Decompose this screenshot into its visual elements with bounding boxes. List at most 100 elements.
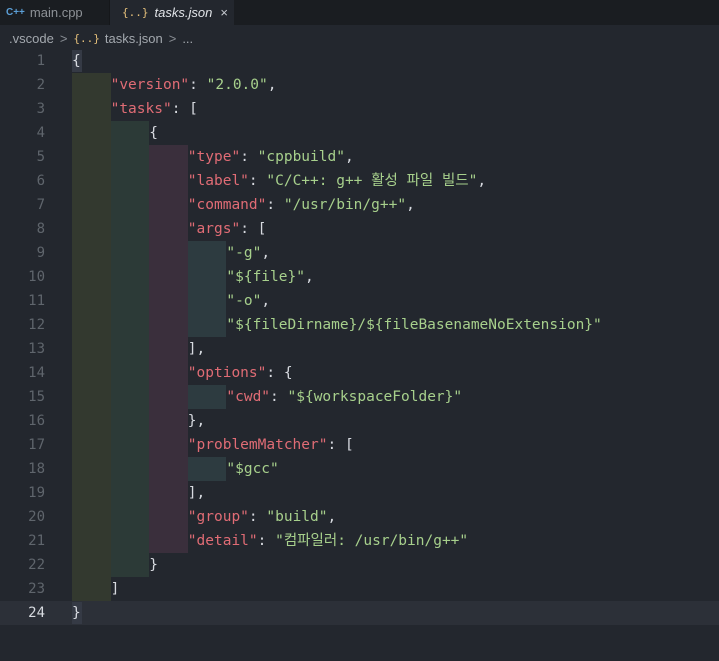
- indent-guide: [149, 337, 188, 361]
- code-line[interactable]: 3 "tasks": [: [0, 97, 719, 121]
- code-text: "$gcc": [226, 457, 278, 481]
- json-key: "args": [187, 221, 241, 237]
- line-number: 10: [28, 269, 45, 285]
- close-icon[interactable]: ×: [220, 5, 228, 20]
- indent-guide: [72, 265, 111, 289]
- code-line[interactable]: 22}: [0, 553, 719, 577]
- code-editor[interactable]: 1{2 "version": "2.0.0", 3 "tasks": [4{5 "typ…: [0, 49, 719, 661]
- code-line[interactable]: 2 "version": "2.0.0",: [0, 73, 719, 97]
- code-line[interactable]: 7 "command": "/usr/bin/g++",: [0, 193, 719, 217]
- indent-guide: [110, 289, 150, 313]
- code-line[interactable]: 8 "args": [: [0, 217, 719, 241]
- indent-guide: [110, 121, 150, 145]
- indent-guide: [72, 385, 111, 409]
- indent-guide: [72, 169, 111, 193]
- indent-guide: [149, 529, 188, 553]
- code-line[interactable]: 19],: [0, 481, 719, 505]
- breadcrumb-folder[interactable]: .vscode: [9, 31, 54, 46]
- code-line[interactable]: 24}: [0, 601, 719, 625]
- code-line[interactable]: 17 "problemMatcher": [: [0, 433, 719, 457]
- code-line[interactable]: 20 "group": "build",: [0, 505, 719, 529]
- breadcrumb: .vscode > {..} tasks.json > ...: [0, 25, 719, 51]
- code-line[interactable]: 5 "type": "cppbuild",: [0, 145, 719, 169]
- line-number: 3: [36, 101, 45, 117]
- code-line[interactable]: 14 "options": {: [0, 361, 719, 385]
- json-punctuation: :: [266, 197, 284, 213]
- breadcrumb-file[interactable]: tasks.json: [105, 31, 163, 46]
- indent-guide: [149, 169, 188, 193]
- code-line[interactable]: 18 "$gcc": [0, 457, 719, 481]
- code-text: }: [72, 601, 81, 625]
- code-line[interactable]: 9 "-g",: [0, 241, 719, 265]
- indent-guide: [72, 73, 111, 97]
- json-file-icon: {..}: [122, 6, 149, 19]
- code-line[interactable]: 11 "-o",: [0, 289, 719, 313]
- json-punctuation: : [: [171, 101, 198, 117]
- code-line[interactable]: 15 "cwd": "${workspaceFolder}": [0, 385, 719, 409]
- json-punctuation: ,: [406, 197, 415, 213]
- json-file-icon: {..}: [73, 31, 100, 45]
- line-number: 19: [28, 485, 45, 501]
- json-punctuation: ]: [110, 581, 120, 597]
- json-punctuation: }: [72, 605, 81, 621]
- json-punctuation: : [: [327, 437, 354, 453]
- code-line[interactable]: 23]: [0, 577, 719, 601]
- code-text: "detail": "컴파일러: /usr/bin/g++": [188, 529, 468, 553]
- tab-main-cpp[interactable]: C++ main.cpp: [0, 0, 110, 25]
- json-punctuation: },: [187, 413, 206, 429]
- json-key: "version": [110, 77, 190, 93]
- line-number: 9: [36, 245, 45, 261]
- indent-guide: [72, 361, 111, 385]
- json-punctuation: :: [240, 149, 258, 165]
- json-punctuation: : {: [266, 365, 293, 381]
- indent-guide: [149, 313, 188, 337]
- line-number: 20: [28, 509, 45, 525]
- line-number: 1: [36, 53, 45, 69]
- json-key: "command": [187, 197, 267, 213]
- indent-guide: [72, 409, 111, 433]
- code-line[interactable]: 4{: [0, 121, 719, 145]
- line-number: 4: [36, 125, 45, 141]
- indent-guide: [72, 433, 111, 457]
- code-line[interactable]: 1{: [0, 49, 719, 73]
- indent-guide: [110, 265, 150, 289]
- line-number: 12: [28, 317, 45, 333]
- indent-guide: [72, 337, 111, 361]
- tab-label: tasks.json: [154, 5, 213, 20]
- indent-guide: [72, 217, 111, 241]
- breadcrumb-more[interactable]: ...: [182, 31, 193, 46]
- indent-guide: [187, 385, 227, 409]
- json-punctuation: ],: [187, 341, 206, 357]
- tab-bar: C++ main.cpp {..} tasks.json ×: [0, 0, 719, 26]
- code-text: "group": "build",: [188, 505, 336, 529]
- indent-guide: [110, 433, 150, 457]
- indent-guide: [110, 481, 150, 505]
- indent-guide: [110, 145, 150, 169]
- indent-guide: [110, 337, 150, 361]
- tab-tasks-json[interactable]: {..} tasks.json ×: [110, 0, 234, 26]
- code-line[interactable]: 16},: [0, 409, 719, 433]
- json-punctuation: :: [248, 509, 267, 525]
- code-line[interactable]: 10 "${file}",: [0, 265, 719, 289]
- code-text: },: [188, 409, 205, 433]
- json-punctuation: ,: [261, 293, 271, 309]
- indent-guide: [110, 457, 150, 481]
- json-punctuation: ,: [344, 149, 354, 165]
- code-text: "-g",: [226, 241, 270, 265]
- indent-guide: [149, 409, 188, 433]
- code-text: "${file}",: [226, 265, 313, 289]
- indent-guide: [72, 553, 111, 577]
- code-line[interactable]: 12 "${fileDirname}/${fileBasenameNoExtens…: [0, 313, 719, 337]
- code-text: "label": "C/C++: g++ 활성 파일 빌드",: [188, 169, 486, 193]
- line-number: 14: [28, 365, 45, 381]
- indent-guide: [72, 457, 111, 481]
- indent-guide: [110, 241, 150, 265]
- indent-guide: [149, 145, 188, 169]
- line-number: 2: [36, 77, 45, 93]
- code-line[interactable]: 13],: [0, 337, 719, 361]
- code-line[interactable]: 21 "detail": "컴파일러: /usr/bin/g++": [0, 529, 719, 553]
- code-line[interactable]: 6 "label": "C/C++: g++ 활성 파일 빌드",: [0, 169, 719, 193]
- indent-guide: [110, 217, 150, 241]
- code-text: "problemMatcher": [: [188, 433, 354, 457]
- indent-guide: [72, 313, 111, 337]
